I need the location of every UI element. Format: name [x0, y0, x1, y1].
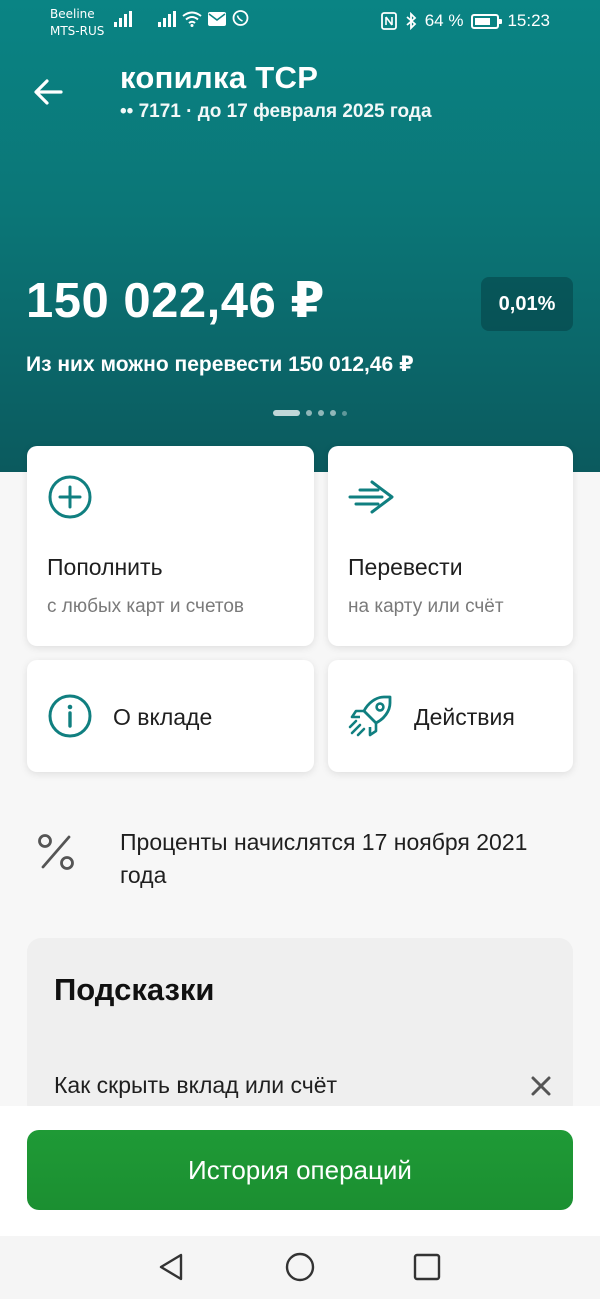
battery-percent: 64 % — [424, 11, 464, 30]
page-dot — [306, 410, 312, 416]
nav-back-icon[interactable] — [155, 1250, 189, 1284]
page-dot — [330, 410, 336, 416]
page-dot — [342, 410, 347, 416]
top-up-card[interactable]: Пополнить с любых карт и счетов — [27, 446, 314, 646]
tips-title: Подсказки — [54, 972, 215, 1007]
transfer-subtitle: на карту или счёт — [348, 596, 504, 617]
bottom-panel: История операций — [0, 1106, 600, 1236]
wifi-icon — [182, 11, 202, 27]
history-button[interactable]: История операций — [27, 1130, 573, 1210]
rate-badge[interactable]: 0,01% — [481, 277, 573, 331]
carrier-1: Beeline — [50, 7, 95, 21]
arrow-left-icon — [34, 79, 63, 105]
account-header: Beeline MTS-RUS 64 % 15:23 копилка ТСР •… — [0, 0, 600, 472]
interest-info: Проценты начислятся 17 ноября 2021 года — [0, 810, 600, 900]
bluetooth-icon — [406, 12, 417, 30]
top-up-subtitle: с любых карт и счетов — [47, 596, 245, 617]
close-icon[interactable] — [527, 1072, 555, 1100]
mail-icon — [208, 11, 226, 26]
carrier-info: Beeline MTS-RUS — [50, 6, 104, 40]
viber-icon — [232, 10, 249, 26]
page-indicator[interactable] — [273, 410, 347, 416]
transfer-title: Перевести — [348, 554, 463, 580]
info-icon — [47, 693, 93, 739]
about-deposit-title: О вкладе — [113, 704, 213, 730]
battery-icon — [471, 13, 503, 29]
page-dot — [318, 410, 324, 416]
back-button[interactable] — [26, 70, 70, 114]
balance-amount: 150 022,46 ₽ — [26, 274, 325, 328]
rocket-icon — [348, 693, 394, 739]
status-icons-left — [114, 10, 249, 27]
interest-text: Проценты начислятся 17 ноября 2021 года — [120, 829, 528, 888]
arrow-right-icon — [348, 474, 394, 520]
account-subtitle: •• 7171 · до 17 февраля 2025 года — [120, 101, 432, 122]
nav-recents-icon[interactable] — [410, 1250, 444, 1284]
page-dot-active — [273, 410, 300, 416]
plus-circle-icon — [47, 474, 93, 520]
status-icons-right: 64 % 15:23 — [380, 11, 550, 31]
transfer-card[interactable]: Перевести на карту или счёт — [328, 446, 573, 646]
actions-title: Действия — [414, 704, 515, 730]
percent-icon — [36, 832, 76, 872]
signal-icon — [114, 10, 132, 27]
transferable-amount: Из них можно перевести 150 012,46 ₽ — [26, 353, 414, 376]
nfc-icon — [380, 12, 397, 30]
carrier-2: MTS-RUS — [50, 24, 105, 38]
tips-panel: Подсказки Как скрыть вклад или счёт — [27, 938, 573, 1118]
clock: 15:23 — [507, 11, 550, 30]
system-nav-bar — [0, 1236, 600, 1299]
about-deposit-card[interactable]: О вкладе — [27, 660, 314, 772]
tip-item[interactable]: Как скрыть вклад или счёт — [54, 1072, 337, 1099]
signal-icon — [158, 10, 176, 27]
top-up-title: Пополнить — [47, 554, 163, 580]
status-bar: Beeline MTS-RUS 64 % 15:23 — [0, 0, 600, 46]
page-title: копилка ТСР — [120, 60, 319, 95]
nav-home-icon[interactable] — [283, 1250, 317, 1284]
actions-card[interactable]: Действия — [328, 660, 573, 772]
